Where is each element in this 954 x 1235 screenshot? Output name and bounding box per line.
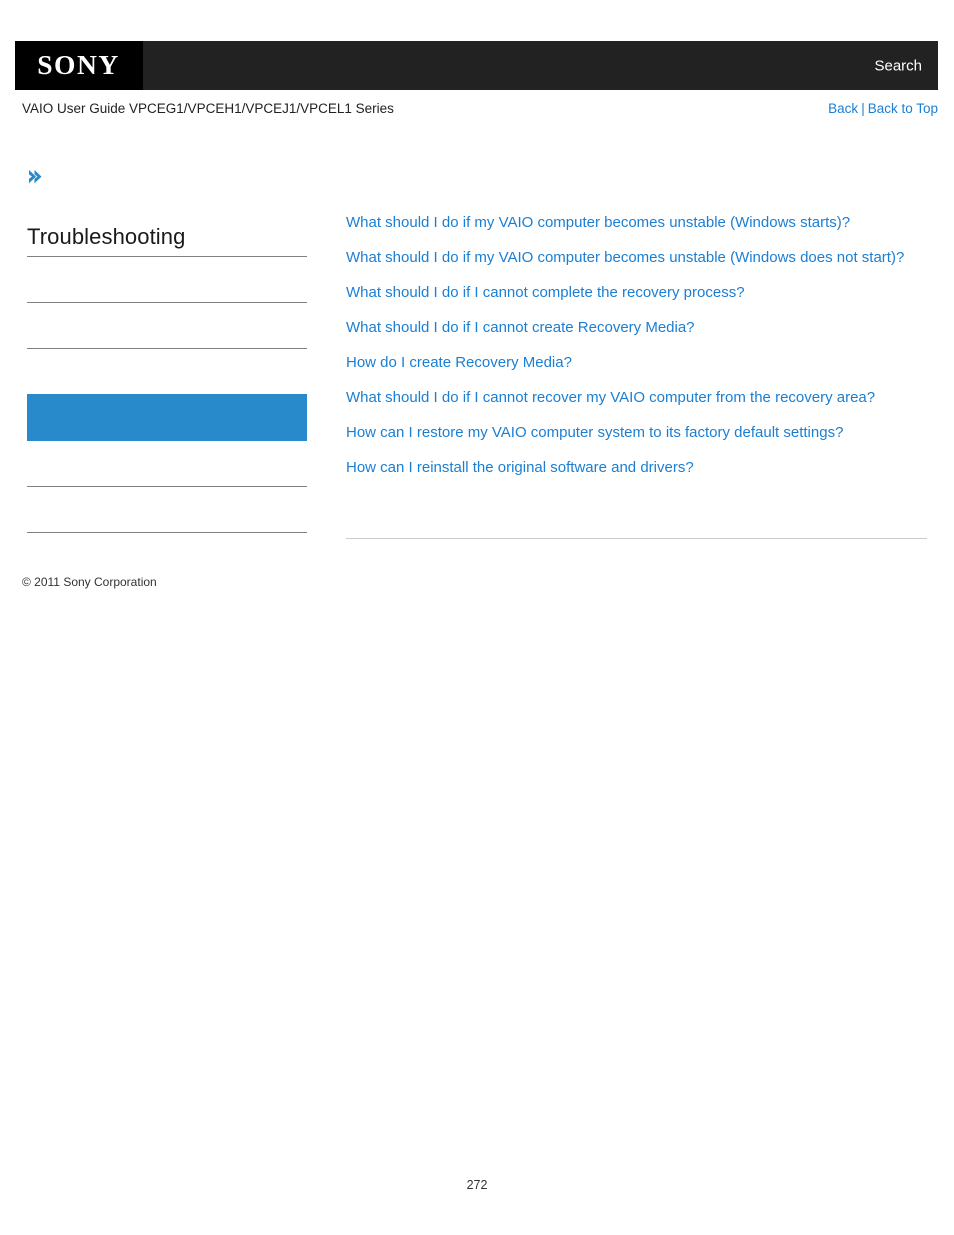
list-item: How can I reinstall the original softwar… xyxy=(346,457,927,479)
list-item: How can I restore my VAIO computer syste… xyxy=(346,422,927,444)
content-link[interactable]: What should I do if I cannot recover my … xyxy=(346,389,875,406)
list-item: What should I do if I cannot recover my … xyxy=(346,387,927,409)
header-nav-links: Back | Back to Top xyxy=(828,101,938,116)
copyright-text: © 2011 Sony Corporation xyxy=(22,575,157,589)
site-header-bar: SONY Search xyxy=(15,41,938,90)
sidebar-title: Troubleshooting xyxy=(27,224,186,249)
page-title: VAIO User Guide VPCEG1/VPCEH1/VPCEJ1/VPC… xyxy=(22,101,394,116)
content-link[interactable]: How can I reinstall the original softwar… xyxy=(346,459,694,476)
list-item: What should I do if I cannot complete th… xyxy=(346,282,927,304)
sidebar-item-1[interactable] xyxy=(27,257,307,302)
content-link[interactable]: What should I do if I cannot create Reco… xyxy=(346,319,695,336)
sony-logo-text: SONY xyxy=(37,50,121,80)
list-item: How do I create Recovery Media? xyxy=(346,352,927,374)
sidebar-item-6[interactable] xyxy=(27,487,307,532)
sub-header: VAIO User Guide VPCEG1/VPCEH1/VPCEJ1/VPC… xyxy=(22,101,938,121)
content-link[interactable]: How do I create Recovery Media? xyxy=(346,354,572,371)
sidebar-item-selected[interactable] xyxy=(27,394,307,441)
sidebar-item-2[interactable] xyxy=(27,303,307,348)
back-to-top-link[interactable]: Back to Top xyxy=(868,101,938,116)
content-link[interactable]: What should I do if my VAIO computer bec… xyxy=(346,249,904,266)
content-divider xyxy=(346,538,927,539)
sidebar-item-5[interactable] xyxy=(27,441,307,486)
search-link[interactable]: Search xyxy=(874,57,922,74)
sidebar-divider xyxy=(27,532,307,533)
content-link[interactable]: What should I do if my VAIO computer bec… xyxy=(346,214,850,231)
sidebar-item-3[interactable] xyxy=(27,349,307,394)
list-item: What should I do if my VAIO computer bec… xyxy=(346,212,927,234)
list-item: What should I do if my VAIO computer bec… xyxy=(346,247,927,269)
page-number: 272 xyxy=(466,1178,488,1192)
sony-logo[interactable]: SONY xyxy=(15,41,143,90)
content-link[interactable]: How can I restore my VAIO computer syste… xyxy=(346,424,843,441)
content-link[interactable]: What should I do if I cannot complete th… xyxy=(346,284,745,301)
nav-separator: | xyxy=(861,101,865,116)
sidebar: Troubleshooting xyxy=(27,168,307,533)
content-link-list: What should I do if my VAIO computer bec… xyxy=(346,212,927,492)
back-link[interactable]: Back xyxy=(828,101,858,116)
list-item: What should I do if I cannot create Reco… xyxy=(346,317,927,339)
double-chevron-right-icon[interactable] xyxy=(27,168,307,194)
